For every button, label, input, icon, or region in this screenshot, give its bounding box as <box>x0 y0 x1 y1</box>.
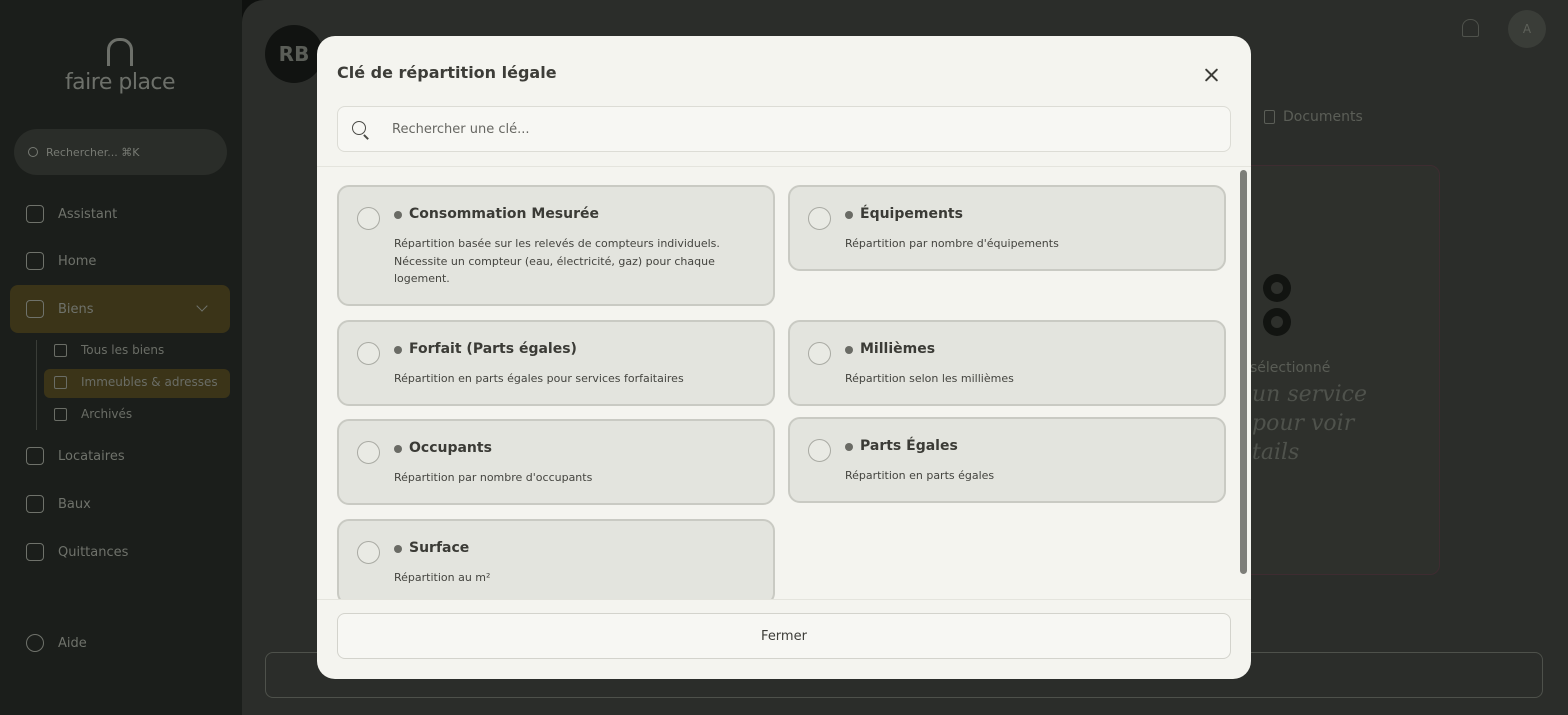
tab-documents: Documents <box>1264 109 1363 125</box>
sidebar-item-home: Home <box>26 252 96 270</box>
sidebar-subitem-immeubles: Immeubles & adresses <box>54 375 218 389</box>
option-title: Consommation Mesurée <box>409 206 600 222</box>
search-icon <box>28 147 38 157</box>
modal-title: Clé de répartition légale <box>337 63 557 82</box>
sidebar-item-baux: Baux <box>26 495 91 513</box>
bullet-icon <box>845 211 853 219</box>
sidebar-item-biens: Biens <box>26 300 94 318</box>
sparkle-icon <box>26 205 44 223</box>
sidebar-item-label: Immeubles & adresses <box>81 375 218 389</box>
option-title: Occupants <box>409 440 492 456</box>
tab-label: Documents <box>1283 109 1363 125</box>
option-card-forfait[interactable]: Forfait (Parts égales) Répartition en pa… <box>337 320 775 406</box>
option-card-parts-egales[interactable]: Parts Égales Répartition en parts égales <box>788 417 1226 503</box>
option-description: Répartition au m² <box>394 571 491 584</box>
option-title: Surface <box>409 540 470 556</box>
sidebar-item-label: Tous les biens <box>81 343 165 357</box>
option-card-consommation-mesuree[interactable]: Consommation Mesurée Répartition basée s… <box>337 185 775 306</box>
bullet-icon <box>845 346 853 354</box>
option-title: Forfait (Parts égales) <box>409 341 577 357</box>
option-description: Répartition basée sur les relevés de com… <box>394 237 720 285</box>
document-icon <box>1264 110 1275 124</box>
building-icon <box>54 375 67 389</box>
house-logo-icon <box>107 38 133 66</box>
bullet-icon <box>394 545 402 553</box>
radio-button[interactable] <box>808 207 831 230</box>
placeholder-dot-icon <box>1263 308 1291 336</box>
option-card-milliemes[interactable]: Millièmes Répartition selon les millième… <box>788 320 1226 406</box>
search-icon <box>352 121 370 139</box>
script-line: tails <box>1252 440 1300 465</box>
bullet-icon <box>394 211 402 219</box>
home-icon <box>26 252 44 270</box>
scrollbar-thumb[interactable] <box>1240 170 1247 574</box>
radio-button[interactable] <box>808 342 831 365</box>
sidebar-item-label: Assistant <box>58 206 118 222</box>
option-title: Millièmes <box>860 341 936 357</box>
sidebar-item-label: Biens <box>58 301 94 317</box>
bullet-icon <box>394 346 402 354</box>
sub-nav-line <box>36 340 37 430</box>
script-line: un service <box>1252 382 1367 407</box>
search-box <box>337 106 1231 152</box>
brand-name: faire place <box>64 70 176 95</box>
brand-logo: faire place <box>62 38 178 95</box>
user-avatar: A <box>1508 10 1546 48</box>
sidebar-item-label: Aide <box>58 635 87 651</box>
building-icon <box>54 343 67 357</box>
building-icon <box>26 300 44 318</box>
option-card-equipements[interactable]: Équipements Répartition par nombre d'équ… <box>788 185 1226 271</box>
sidebar-item-locataires: Locataires <box>26 447 125 465</box>
option-card-occupants[interactable]: Occupants Répartition par nombre d'occup… <box>337 419 775 505</box>
radio-button[interactable] <box>357 342 380 365</box>
help-icon <box>26 634 44 652</box>
option-description: Répartition en parts égales pour service… <box>394 372 684 385</box>
option-description: Répartition par nombre d'occupants <box>394 471 593 484</box>
close-button[interactable]: Fermer <box>337 613 1231 659</box>
sidebar-search-placeholder: Rechercher... ⌘K <box>46 145 140 159</box>
option-description: Répartition selon les millièmes <box>845 372 1014 385</box>
property-avatar: RB <box>265 25 323 83</box>
sidebar-subitem-archives: Archivés <box>54 407 132 421</box>
sidebar-item-aide: Aide <box>26 634 87 652</box>
options-list: Consommation Mesurée Répartition basée s… <box>317 167 1251 599</box>
search-input[interactable] <box>392 107 1222 151</box>
bullet-icon <box>394 445 402 453</box>
option-title: Équipements <box>860 206 963 222</box>
bullet-icon <box>845 443 853 451</box>
empty-state-script: un service pour voir tails <box>1252 380 1367 467</box>
sidebar-item-label: Quittances <box>58 544 129 560</box>
option-description: Répartition en parts égales <box>845 469 995 482</box>
close-icon[interactable] <box>1201 64 1223 86</box>
empty-state-text: sélectionné <box>1250 360 1331 376</box>
radio-button[interactable] <box>357 207 380 230</box>
bell-icon <box>1462 19 1479 37</box>
sidebar-search: Rechercher... ⌘K <box>14 129 227 175</box>
script-line: pour voir <box>1252 411 1355 436</box>
sidebar: faire place Rechercher... ⌘K Assistant H… <box>0 0 242 715</box>
option-description: Répartition par nombre d'équipements <box>845 237 1059 250</box>
radio-button[interactable] <box>808 439 831 462</box>
radio-button[interactable] <box>357 541 380 564</box>
sidebar-item-label: Baux <box>58 496 91 512</box>
document-icon <box>26 495 44 513</box>
divider <box>317 599 1251 600</box>
option-title: Parts Égales <box>860 438 958 454</box>
radio-button[interactable] <box>357 441 380 464</box>
scrollbar[interactable] <box>1239 167 1249 599</box>
sidebar-item-label: Archivés <box>81 407 133 421</box>
sidebar-item-assistant: Assistant <box>26 205 117 223</box>
sidebar-subitem-tous-les-biens: Tous les biens <box>54 343 164 357</box>
sidebar-item-quittances: Quittances <box>26 543 128 561</box>
key-selection-modal: Clé de répartition légale Consommation M… <box>317 36 1251 679</box>
archive-icon <box>54 407 67 421</box>
placeholder-dot-icon <box>1263 274 1291 302</box>
option-card-surface[interactable]: Surface Répartition au m² <box>337 519 775 599</box>
sidebar-item-label: Locataires <box>58 448 125 464</box>
sidebar-item-label: Home <box>58 253 97 269</box>
receipt-icon <box>26 543 44 561</box>
user-icon <box>26 447 44 465</box>
